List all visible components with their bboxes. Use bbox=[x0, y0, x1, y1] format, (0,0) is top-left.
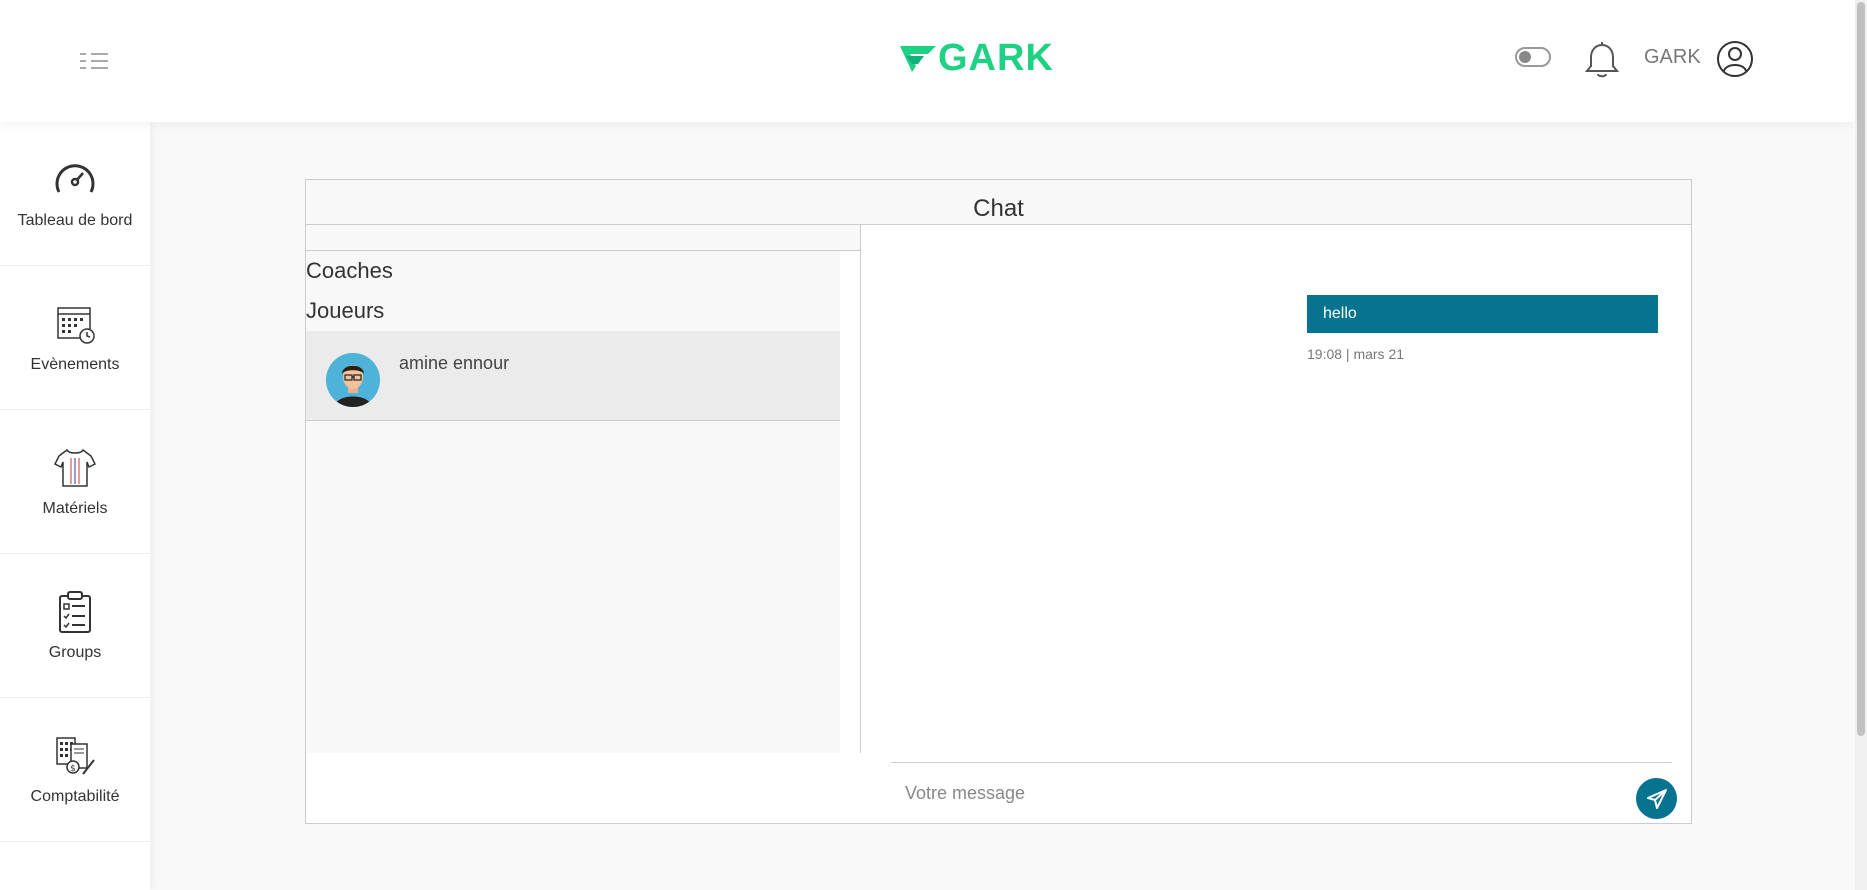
theme-toggle[interactable] bbox=[1515, 47, 1551, 67]
svg-text:$: $ bbox=[70, 764, 76, 774]
speedometer-icon bbox=[55, 163, 95, 193]
sidebar-item-label: Groups bbox=[48, 643, 102, 661]
logo-text: GARK bbox=[938, 37, 1054, 79]
chat-panel: Chat Coaches Joueurs amine ennour hello … bbox=[305, 179, 1692, 824]
messages-area: hello 19:08 | mars 21 bbox=[861, 225, 1691, 753]
avatar bbox=[326, 353, 380, 407]
contacts-panel: Coaches Joueurs amine ennour bbox=[306, 225, 861, 753]
page-scrollbar[interactable] bbox=[1855, 0, 1867, 890]
message-input[interactable] bbox=[891, 771, 1611, 815]
message-input-row bbox=[891, 762, 1677, 820]
menu-toggle-icon[interactable] bbox=[78, 50, 110, 72]
scrollbar-thumb[interactable] bbox=[1857, 2, 1865, 736]
accounting-icon: $ bbox=[56, 736, 95, 775]
sidebar-item-label: Tableau de bord bbox=[17, 211, 133, 229]
sidebar-item-dashboard[interactable]: Tableau de bord bbox=[0, 122, 150, 266]
sidebar-item-label: Comptabilité bbox=[30, 787, 120, 805]
message-bubble: hello bbox=[1307, 295, 1658, 333]
sidebar: Tableau de bord Evènements Matériels Gro… bbox=[0, 122, 150, 890]
user-profile-icon[interactable] bbox=[1716, 40, 1754, 78]
sidebar-item-accounting[interactable]: $ Comptabilité bbox=[0, 698, 150, 842]
logo-mark-icon bbox=[900, 46, 936, 72]
sidebar-item-label: Evènements bbox=[30, 355, 120, 373]
contacts-list: Coaches Joueurs amine ennour bbox=[306, 251, 840, 753]
username-label: GARK bbox=[1644, 46, 1701, 68]
sidebar-item-groups[interactable]: Groups bbox=[0, 554, 150, 698]
category-players[interactable]: Joueurs bbox=[306, 291, 840, 331]
contacts-header bbox=[306, 225, 860, 251]
sidebar-item-equipment[interactable]: Matériels bbox=[0, 410, 150, 554]
jersey-icon bbox=[53, 448, 97, 487]
chat-title: Chat bbox=[973, 195, 1024, 222]
brand-logo[interactable]: GARK bbox=[898, 38, 1054, 78]
clipboard-list-icon bbox=[59, 590, 91, 633]
sidebar-item-label: Matériels bbox=[42, 499, 108, 517]
chat-title-bar: Chat bbox=[306, 180, 1691, 225]
sidebar-item-events[interactable]: Evènements bbox=[0, 266, 150, 410]
top-header: GARK GARK bbox=[0, 0, 1855, 122]
notification-bell-icon[interactable] bbox=[1584, 42, 1620, 80]
toggle-knob bbox=[1519, 51, 1531, 63]
send-paper-plane-icon bbox=[1646, 788, 1667, 809]
message-timestamp: 19:08 | mars 21 bbox=[1307, 346, 1405, 362]
calendar-icon bbox=[57, 306, 95, 344]
contact-item[interactable]: amine ennour bbox=[306, 331, 840, 421]
contact-name: amine ennour bbox=[399, 353, 510, 373]
send-button[interactable] bbox=[1636, 778, 1677, 819]
category-coaches[interactable]: Coaches bbox=[306, 251, 840, 291]
